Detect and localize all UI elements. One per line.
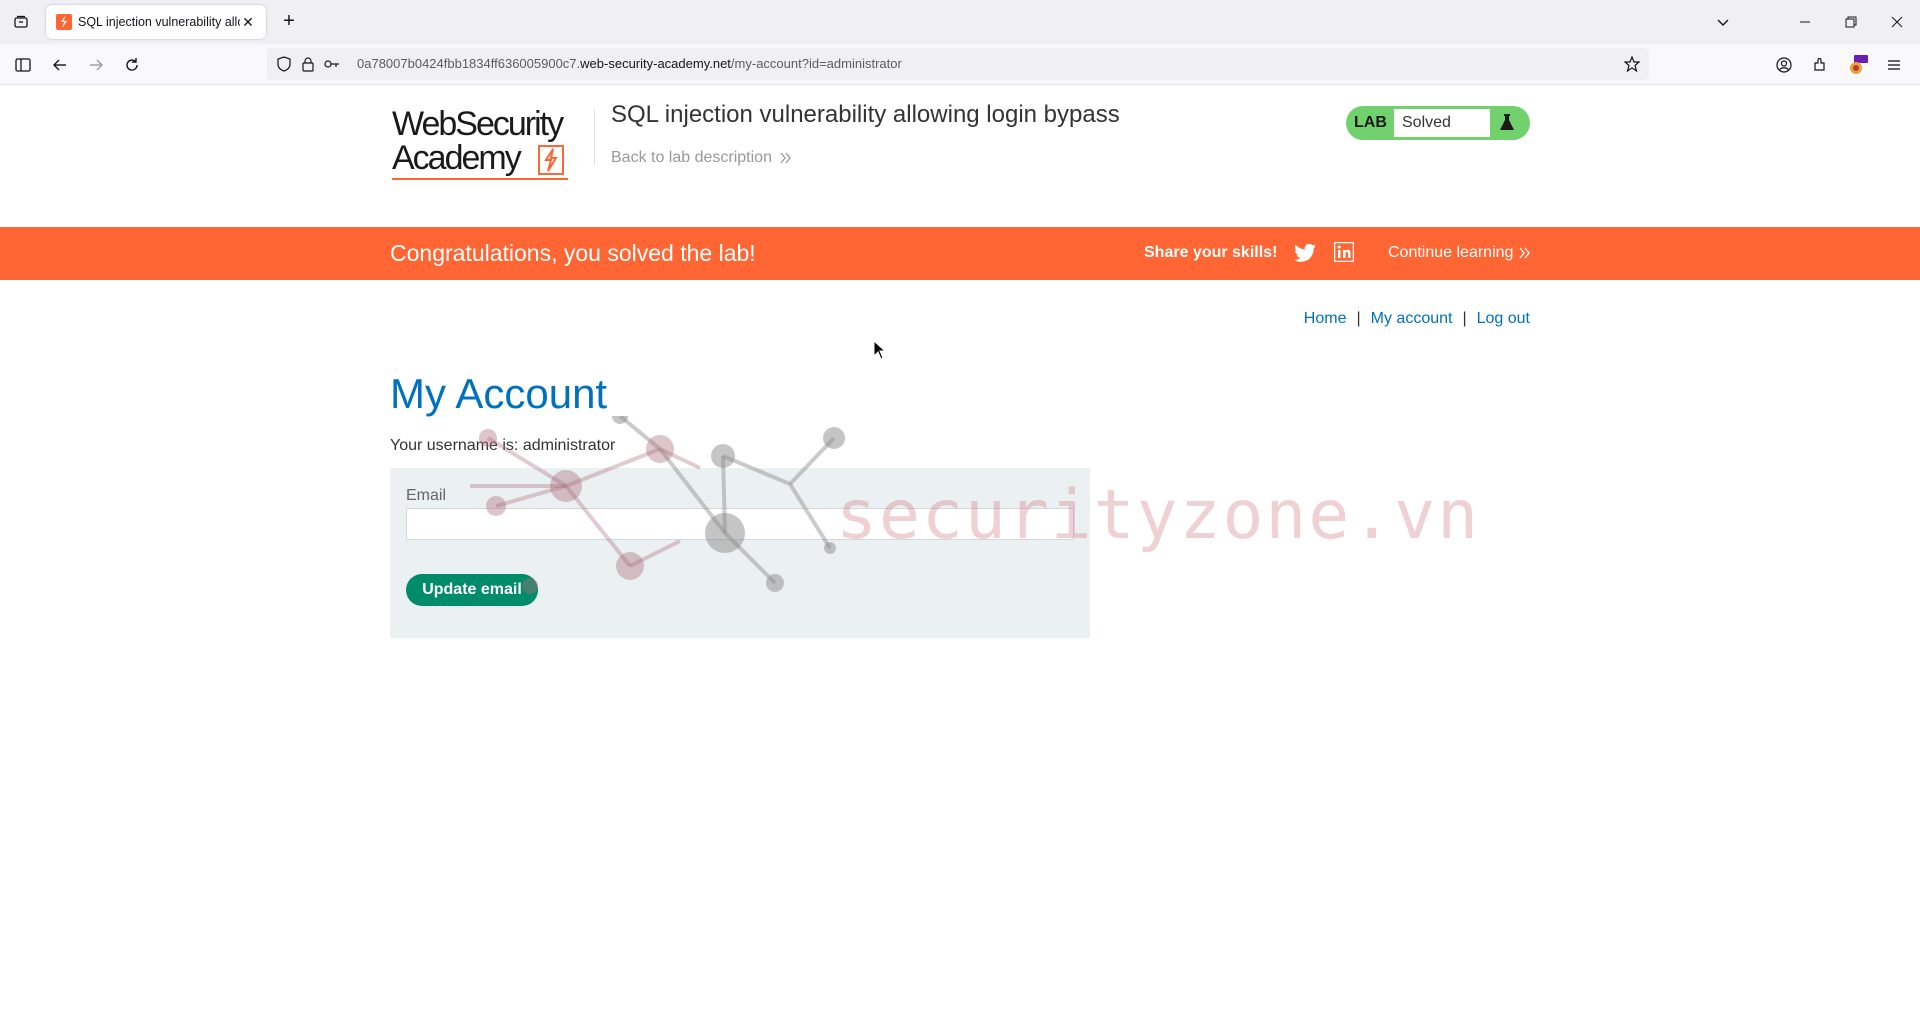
logo-underline <box>392 178 568 180</box>
mouse-cursor-icon <box>873 340 887 360</box>
lab-status-text: Solved <box>1394 109 1490 137</box>
browser-tab-bar: SQL injection vulnerability allow ✕ + <box>0 0 1920 44</box>
nav-separator: | <box>1356 310 1361 327</box>
minimize-icon[interactable] <box>1782 0 1828 44</box>
lab-badge-label: LAB <box>1354 114 1387 131</box>
lab-status-widget: LAB Solved <box>1346 106 1530 140</box>
address-bar[interactable]: 0a78007b0424fbb1834ff636005900c7.web-sec… <box>267 48 1649 80</box>
url-path: /my-account?id=administrator <box>730 56 902 71</box>
logo-bolt-icon <box>538 145 564 175</box>
url-text[interactable]: 0a78007b0424fbb1834ff636005900c7.web-sec… <box>357 56 902 71</box>
tab-close-icon[interactable]: ✕ <box>240 14 256 31</box>
back-icon[interactable] <box>46 51 74 79</box>
update-email-button[interactable]: Update email <box>406 574 538 606</box>
continue-learning-link[interactable]: Continue learning <box>1388 244 1531 262</box>
flask-icon <box>1496 112 1518 134</box>
back-to-lab-description-link[interactable]: Back to lab description <box>611 149 792 167</box>
extensions-icon[interactable] <box>1806 51 1834 79</box>
menu-hamburger-icon[interactable] <box>1880 51 1908 79</box>
page-title: My Account <box>390 370 608 417</box>
twitter-icon[interactable] <box>1294 242 1316 264</box>
sidebar-toggle-icon[interactable] <box>9 51 37 79</box>
username-line: Your username is: administrator <box>390 437 615 455</box>
tab-title: SQL injection vulnerability allow <box>78 15 240 29</box>
browser-nav-bar: 0a78007b0424fbb1834ff636005900c7.web-sec… <box>0 44 1920 85</box>
tab-overflow-chevron-icon[interactable] <box>1700 0 1746 44</box>
nav-separator: | <box>1462 310 1467 327</box>
update-email-form: Email Update email <box>390 468 1090 638</box>
header-divider <box>594 110 595 166</box>
forward-icon[interactable] <box>82 51 110 79</box>
username-value: administrator <box>522 437 616 454</box>
username-prefix: Your username is: <box>390 437 523 454</box>
tab-list-icon[interactable] <box>8 10 34 34</box>
logo-text-line1: WebSecurity <box>392 105 564 143</box>
linkedin-icon[interactable] <box>1334 242 1354 262</box>
reload-icon[interactable] <box>118 51 146 79</box>
tracking-shield-icon[interactable] <box>275 55 293 73</box>
account-nav: Home | My account | Log out <box>1304 310 1530 328</box>
back-link-label: Back to lab description <box>611 149 772 166</box>
url-subdomain: 0a78007b0424fbb1834ff636005900c7. <box>357 56 581 71</box>
web-security-academy-logo[interactable]: WebSecurity Academy <box>392 105 592 180</box>
logo-text-line2: Academy <box>392 139 522 177</box>
url-domain: web-security-academy.net <box>580 56 731 71</box>
home-link[interactable]: Home <box>1304 310 1347 328</box>
congratulations-message: Congratulations, you solved the lab! <box>390 240 756 266</box>
close-window-icon[interactable] <box>1874 0 1920 44</box>
share-skills-label: Share your skills! <box>1144 244 1278 261</box>
restore-icon[interactable] <box>1828 0 1874 44</box>
active-tab[interactable]: SQL injection vulnerability allow ✕ <box>46 5 266 39</box>
lock-icon[interactable] <box>299 55 317 73</box>
my-account-link[interactable]: My account <box>1371 310 1453 328</box>
continue-learning-label: Continue learning <box>1388 244 1514 261</box>
double-chevron-right-icon <box>780 152 791 164</box>
email-label: Email <box>406 487 447 504</box>
new-tab-button[interactable]: + <box>276 10 302 34</box>
account-icon[interactable] <box>1770 51 1798 79</box>
web-page: WebSecurity Academy SQL injection vulner… <box>0 86 1920 1032</box>
lab-title: SQL injection vulnerability allowing log… <box>611 101 1120 128</box>
double-chevron-right-icon <box>1519 247 1531 259</box>
burp-favicon-icon <box>56 14 72 30</box>
solved-banner: Congratulations, you solved the lab! Sha… <box>0 227 1920 280</box>
email-field[interactable] <box>406 508 1074 540</box>
log-out-link[interactable]: Log out <box>1477 310 1530 328</box>
key-icon[interactable] <box>323 55 341 73</box>
bookmark-star-icon[interactable] <box>1623 55 1641 73</box>
burp-extension-icon[interactable] <box>1844 51 1872 79</box>
